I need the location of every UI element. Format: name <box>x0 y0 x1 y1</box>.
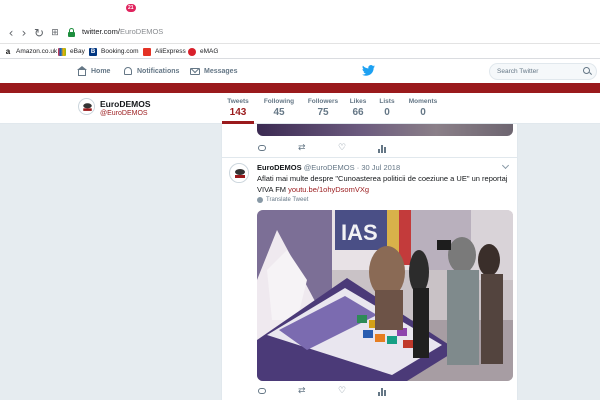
url-domain: twitter.com/ <box>82 27 120 36</box>
retweet-icon[interactable]: ⇄ <box>298 387 308 396</box>
analytics-icon[interactable] <box>378 387 388 396</box>
tweet-text: Aflati mai multe despre "Cunoasterea pol… <box>257 174 513 195</box>
home-icon <box>77 66 87 76</box>
url-path: EuroDEMOS <box>119 27 164 36</box>
forward-icon[interactable]: › <box>18 26 30 40</box>
stat-value: 45 <box>273 107 285 118</box>
stat-likes[interactable]: Likes 66 <box>348 98 368 118</box>
stat-followers[interactable]: Followers 75 <box>306 98 340 118</box>
stat-value: 0 <box>420 107 426 118</box>
nav-messages-label: Messages <box>204 67 238 75</box>
browser-top-strip <box>0 0 600 22</box>
bookmark-emag[interactable]: eMAG <box>188 46 218 57</box>
envelope-icon <box>190 66 200 76</box>
reply-icon[interactable] <box>258 387 268 396</box>
reply-icon[interactable] <box>258 144 268 153</box>
stat-label: Lists <box>379 98 395 105</box>
tweet-media-photo[interactable]: IAS <box>257 210 513 381</box>
bookmark-amazon[interactable]: a Amazon.co.uk <box>4 46 57 57</box>
bookmark-label: eMAG <box>200 48 219 55</box>
stat-value: 143 <box>229 107 247 118</box>
bookmark-label: Booking.com <box>101 48 139 55</box>
bookmark-ebay[interactable]: eBay <box>58 46 85 57</box>
tweet-actions: ⇄ ♡ <box>258 387 458 397</box>
stat-value: 66 <box>352 107 364 118</box>
tweet-author-name[interactable]: EuroDEMOS <box>257 163 302 172</box>
like-icon[interactable]: ♡ <box>338 144 348 153</box>
nav-notifications[interactable]: Notifications <box>123 64 179 78</box>
booking-icon: B <box>89 47 97 56</box>
ebay-icon <box>58 47 66 56</box>
nav-notifications-label: Notifications <box>137 67 180 75</box>
bookmark-label: Amazon.co.uk <box>16 48 58 55</box>
bookmark-booking[interactable]: B Booking.com <box>89 46 139 57</box>
reload-icon[interactable]: ↻ <box>33 26 45 40</box>
stat-label: Following <box>263 98 295 105</box>
profile-avatar[interactable] <box>78 98 95 115</box>
bookmark-label: AliExpress <box>155 48 186 55</box>
aliexpress-icon <box>143 47 151 56</box>
profile-nav: EuroDEMOS @EuroDEMOS Tweets 143 Followin… <box>0 93 600 124</box>
back-icon[interactable]: ‹ <box>5 26 17 40</box>
twitter-bird-icon[interactable] <box>362 65 375 76</box>
search-icon <box>583 67 590 74</box>
tweet-separator: · <box>356 163 360 172</box>
stat-value: 0 <box>384 107 390 118</box>
bookmarks-bar: a Amazon.co.uk eBay B Booking.com AliExp… <box>0 44 600 59</box>
bookmark-aliexpress[interactable]: AliExpress <box>143 46 186 57</box>
translate-tweet[interactable]: Translate Tweet <box>257 197 308 203</box>
profile-handle[interactable]: @EuroDEMOS <box>100 110 148 117</box>
nav-home-label: Home <box>91 67 111 75</box>
lock-icon <box>68 28 75 37</box>
globe-icon <box>257 197 263 203</box>
stat-lists[interactable]: Lists 0 <box>379 98 395 118</box>
nav-home[interactable]: Home <box>77 64 110 78</box>
profile-name[interactable]: EuroDEMOS <box>100 99 151 109</box>
nav-messages[interactable]: Messages <box>190 64 237 78</box>
tweet-date[interactable]: 30 Jul 2018 <box>361 163 400 172</box>
search-placeholder: Search Twitter <box>497 68 539 75</box>
tweet-link[interactable]: youtu.be/1ohyDsomVXg <box>288 185 369 194</box>
browser-toolbar: ‹ › ↻ ⊞ twitter.com/EuroDEMOS <box>0 22 600 44</box>
stat-label: Tweets <box>227 98 249 105</box>
search-input[interactable]: Search Twitter <box>489 63 597 80</box>
tweet-header: EuroDEMOS @EuroDEMOS · 30 Jul 2018 <box>257 163 400 172</box>
apps-grid-icon[interactable]: ⊞ <box>49 26 61 40</box>
previous-tweet-actions: ⇄ ♡ <box>258 144 458 154</box>
stat-label: Likes <box>349 98 367 105</box>
address-bar[interactable]: twitter.com/EuroDEMOS <box>82 27 163 36</box>
notifications-badge: 21 <box>125 3 137 13</box>
media-sign-text: IAS <box>341 220 378 245</box>
tweet-divider <box>221 157 518 158</box>
amazon-icon: a <box>4 46 12 56</box>
bell-icon <box>123 66 133 76</box>
translate-label: Translate Tweet <box>266 197 309 203</box>
bookmark-label: eBay <box>70 48 85 55</box>
stat-label: Moments <box>408 98 438 105</box>
stat-label: Followers <box>307 98 339 105</box>
tweet-avatar[interactable] <box>229 163 249 183</box>
like-icon[interactable]: ♡ <box>338 387 348 396</box>
emag-icon <box>188 47 196 56</box>
previous-tweet-media[interactable] <box>257 124 513 136</box>
retweet-icon[interactable]: ⇄ <box>298 144 308 153</box>
analytics-icon[interactable] <box>378 144 388 153</box>
stat-value: 75 <box>317 107 329 118</box>
stat-following[interactable]: Following 45 <box>262 98 296 118</box>
tweet-author-handle[interactable]: @EuroDEMOS <box>304 163 355 172</box>
stat-moments[interactable]: Moments 0 <box>408 98 438 118</box>
stat-tweets[interactable]: Tweets 143 <box>222 98 254 124</box>
profile-banner <box>0 83 600 93</box>
